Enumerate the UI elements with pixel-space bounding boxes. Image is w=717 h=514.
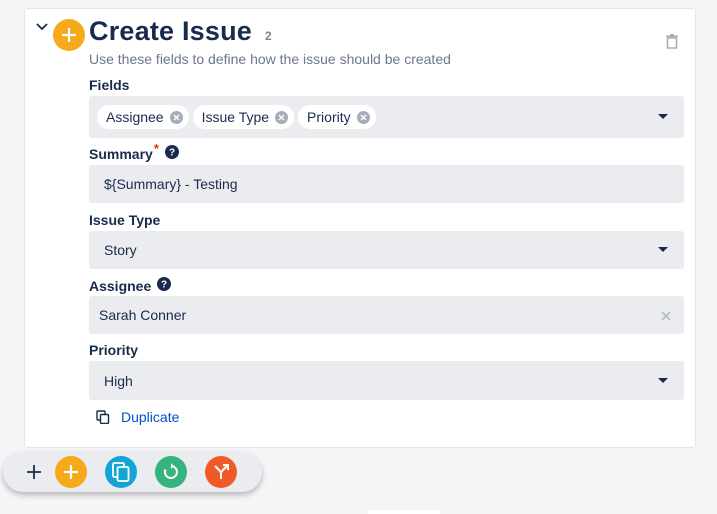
- chip-label: Assignee: [106, 109, 164, 125]
- chip-issue-type: Issue Type: [192, 105, 295, 129]
- workflow-editor: Create Issue 2 Use these fields to defin…: [0, 0, 717, 514]
- add-plus-icon[interactable]: [26, 464, 42, 480]
- summary-value: ${Summary} - Testing: [104, 176, 238, 192]
- clear-icon[interactable]: [660, 309, 672, 321]
- branch-icon: [214, 464, 229, 479]
- branch-step-button[interactable]: [205, 456, 237, 488]
- required-mark: *: [153, 140, 159, 156]
- priority-value: High: [104, 372, 133, 389]
- chevron-down-icon[interactable]: [658, 247, 668, 252]
- priority-label-text: Priority: [89, 342, 139, 358]
- chevron-down-icon[interactable]: [658, 114, 668, 119]
- issue-type-label-text: Issue Type: [89, 212, 161, 228]
- remove-chip-icon[interactable]: [275, 110, 289, 124]
- duplicate-label: Duplicate: [121, 409, 180, 425]
- remove-chip-icon[interactable]: [356, 110, 370, 124]
- refresh-icon: [163, 463, 178, 479]
- step-toolbar: [3, 452, 262, 492]
- copy-step-button[interactable]: [105, 456, 137, 488]
- step-count: 2: [265, 29, 272, 43]
- help-icon[interactable]: ?: [164, 145, 179, 159]
- plus-icon: [64, 465, 78, 479]
- copy-icon: [112, 462, 130, 482]
- copy-icon: [96, 410, 110, 424]
- remove-chip-icon[interactable]: [169, 110, 183, 124]
- chip-priority: Priority: [298, 105, 376, 129]
- fields-label: Fields: [89, 77, 129, 93]
- bottom-connector: [368, 510, 440, 514]
- priority-select[interactable]: High: [89, 361, 684, 400]
- duplicate-button[interactable]: Duplicate: [96, 409, 179, 425]
- assignee-picker[interactable]: Sarah Conner: [89, 296, 684, 334]
- add-step-button[interactable]: [55, 456, 87, 488]
- svg-text:?: ?: [161, 280, 167, 291]
- step-add-icon: [53, 19, 85, 51]
- summary-label: Summary * ?: [89, 141, 179, 162]
- issue-type-value: Story: [104, 242, 137, 258]
- collapse-chevron-icon[interactable]: [35, 20, 49, 34]
- assignee-label: Assignee ?: [89, 277, 172, 294]
- help-icon[interactable]: ?: [157, 277, 172, 291]
- issue-type-label: Issue Type: [89, 212, 160, 228]
- issue-type-select[interactable]: Story: [89, 231, 684, 269]
- fields-label-text: Fields: [89, 77, 130, 93]
- summary-input[interactable]: ${Summary} - Testing: [89, 165, 684, 203]
- assignee-label-text: Assignee: [89, 278, 152, 294]
- step-header: Create Issue 2: [89, 16, 272, 47]
- step-title: Create Issue: [89, 16, 252, 46]
- refresh-step-button[interactable]: [155, 456, 187, 488]
- assignee-value: Sarah Conner: [99, 307, 187, 323]
- delete-step-button[interactable]: [663, 32, 681, 50]
- chip-label: Issue Type: [201, 109, 270, 125]
- chip-assignee: Assignee: [97, 105, 189, 129]
- step-subtitle: Use these fields to define how the issue…: [89, 51, 451, 67]
- summary-label-text: Summary: [89, 146, 153, 162]
- trash-icon: [666, 33, 678, 49]
- chevron-down-icon[interactable]: [658, 377, 668, 383]
- svg-text:?: ?: [169, 148, 175, 159]
- priority-label: Priority: [89, 342, 138, 358]
- chip-label: Priority: [307, 109, 351, 125]
- fields-multiselect[interactable]: Assignee Issue Type Priority: [89, 96, 684, 138]
